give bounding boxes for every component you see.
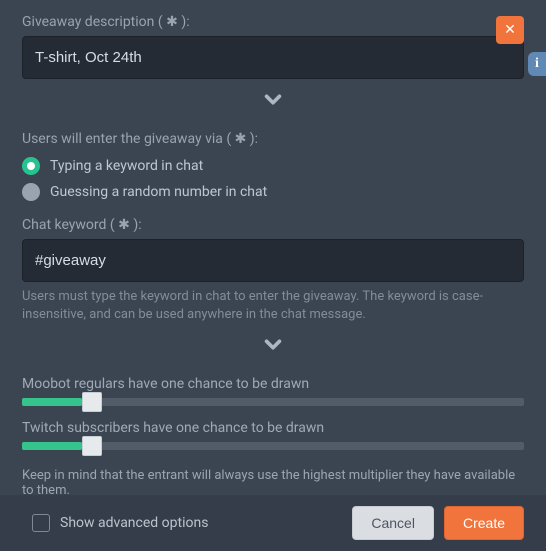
subs-slider[interactable]	[22, 442, 524, 450]
info-badge-right[interactable]: i	[528, 52, 546, 76]
entry-method-label: Users will enter the giveaway via ( ✱ ):	[22, 131, 524, 147]
chevron-down-icon	[262, 334, 284, 356]
dialog-footer: Show advanced options Cancel Create	[0, 495, 546, 551]
close-button[interactable]: ✕	[496, 16, 524, 44]
multiplier-note: Keep in mind that the entrant will alway…	[22, 468, 524, 498]
keyword-label: Chat keyword ( ✱ ):	[22, 217, 524, 233]
advanced-checkbox[interactable]	[32, 514, 50, 532]
chevron-down-icon	[262, 89, 284, 111]
entry-option-number[interactable]: Guessing a random number in chat	[22, 179, 524, 205]
radio-label: Typing a keyword in chat	[50, 158, 203, 174]
keyword-help-text: Users must type the keyword in chat to e…	[22, 288, 524, 324]
description-label: Giveaway description ( ✱ ):	[22, 14, 524, 30]
slider-fill	[22, 398, 82, 406]
advanced-label: Show advanced options	[60, 515, 208, 531]
expand-toggle-2[interactable]	[22, 324, 524, 362]
slider-thumb[interactable]	[82, 436, 102, 456]
radio-label: Guessing a random number in chat	[50, 184, 267, 200]
expand-toggle-1[interactable]	[22, 79, 524, 117]
close-icon: ✕	[504, 22, 516, 38]
description-input[interactable]	[22, 36, 524, 79]
cancel-button[interactable]: Cancel	[352, 506, 434, 540]
slider-fill	[22, 442, 82, 450]
regulars-slider-label: Moobot regulars have one chance to be dr…	[22, 376, 524, 392]
entry-option-keyword[interactable]: Typing a keyword in chat	[22, 153, 524, 179]
keyword-input[interactable]	[22, 239, 524, 282]
subs-slider-label: Twitch subscribers have one chance to be…	[22, 420, 524, 436]
regulars-slider[interactable]	[22, 398, 524, 406]
create-button[interactable]: Create	[444, 506, 524, 540]
slider-thumb[interactable]	[82, 392, 102, 412]
radio-icon	[22, 183, 40, 201]
info-icon: i	[535, 56, 539, 72]
radio-icon	[22, 157, 40, 175]
